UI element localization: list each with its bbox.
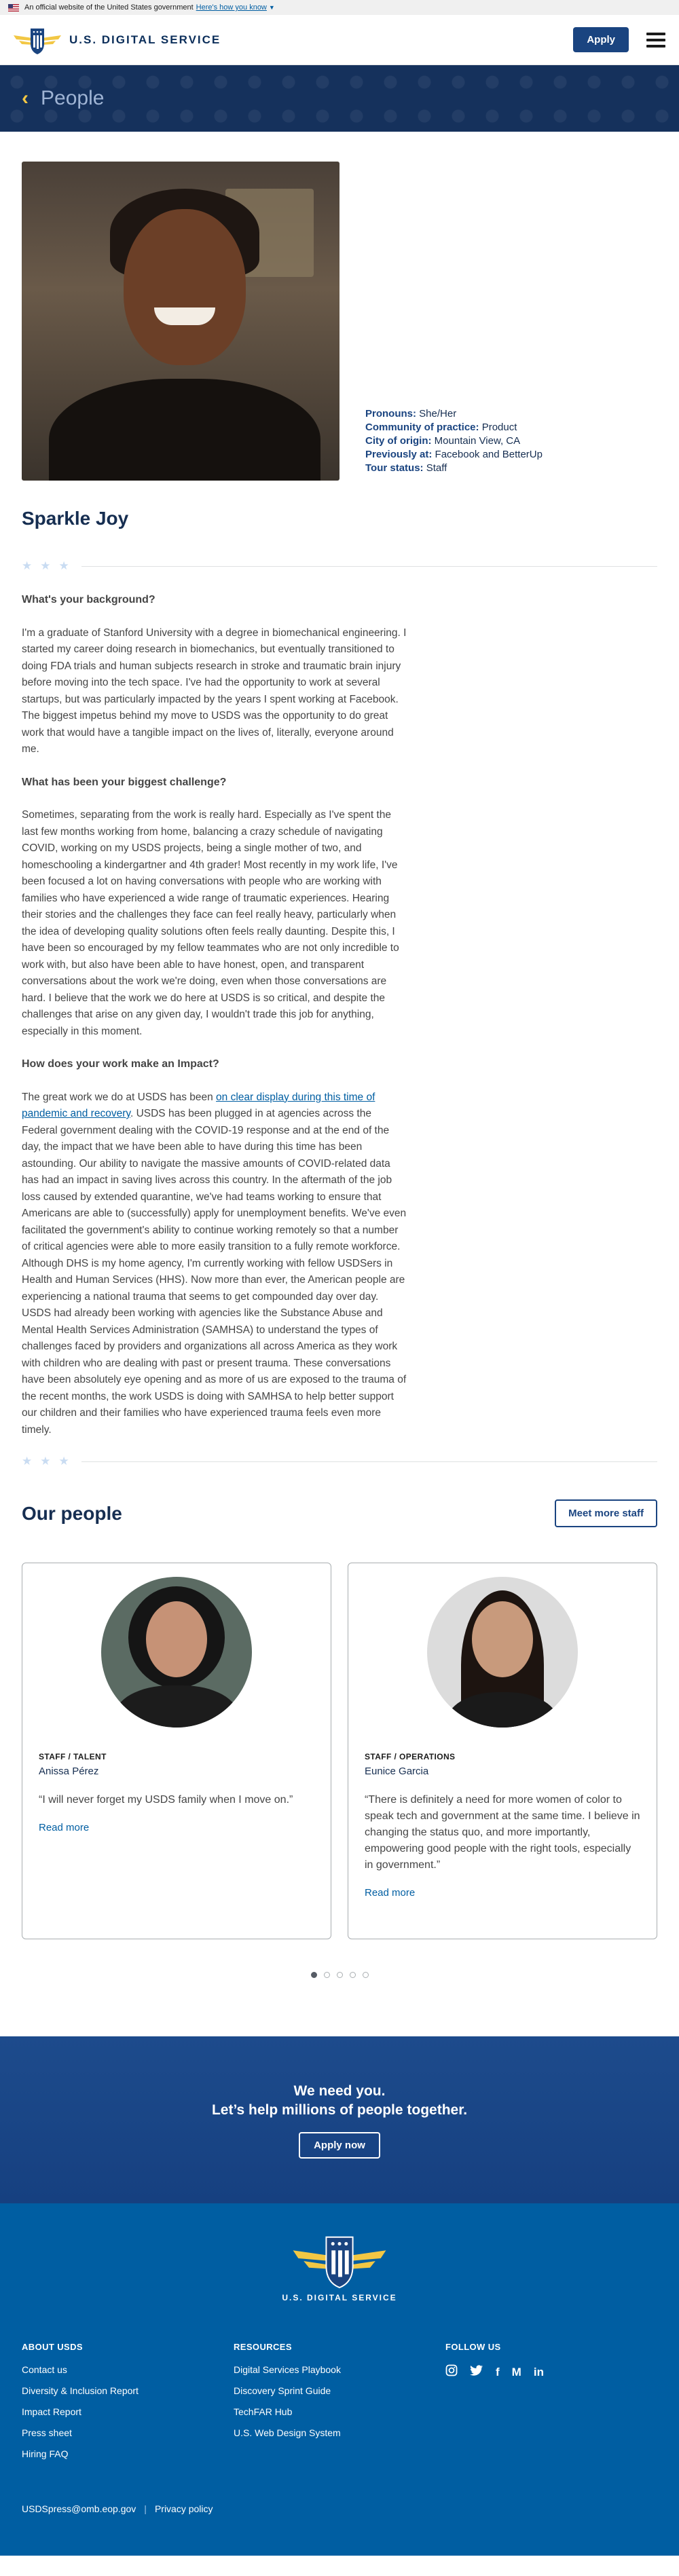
privacy-policy-link[interactable]: Privacy policy	[155, 2503, 213, 2514]
star-icon: ★	[58, 1455, 69, 1468]
city-label: City of origin:	[365, 435, 432, 447]
logo-text: U.S. DIGITAL SERVICE	[69, 33, 221, 46]
card-quote: “There is definitely a need for more wom…	[365, 1794, 640, 1871]
our-people-title: Our people	[22, 1502, 122, 1524]
people-carousel: STAFF / TALENT Anissa Pérez “I will neve…	[22, 1563, 657, 1939]
medium-icon[interactable]: M	[512, 2366, 521, 2379]
footer-follow: FOLLOW US f M in	[445, 2342, 657, 2469]
person-card: STAFF / OPERATIONS Eunice Garcia “There …	[348, 1563, 657, 1939]
gov-banner-text: An official website of the United States…	[24, 3, 194, 12]
star-icon: ★	[40, 1455, 51, 1468]
card-name: Anissa Pérez	[39, 1766, 99, 1777]
footer-logo-text: U.S. DIGITAL SERVICE	[282, 2293, 397, 2302]
card-role: STAFF / OPERATIONS	[365, 1752, 456, 1761]
star-icon: ★	[58, 559, 69, 572]
site-footer: U.S. DIGITAL SERVICE ABOUT USDS Contact …	[0, 2203, 679, 2556]
instagram-icon[interactable]	[445, 2364, 458, 2380]
page-title[interactable]: People	[41, 87, 104, 110]
footer-logo[interactable]: U.S. DIGITAL SERVICE	[0, 2229, 679, 2302]
read-more-link[interactable]: Read more	[39, 1822, 89, 1833]
card-name: Eunice Garcia	[365, 1766, 429, 1777]
city-value: Mountain View, CA	[434, 435, 521, 447]
star-icon: ★	[22, 559, 33, 572]
carousel-dot[interactable]	[323, 1972, 330, 1978]
footer-resources: RESOURCES Digital Services Playbook Disc…	[234, 2342, 445, 2469]
us-flag-icon	[8, 3, 19, 12]
carousel-dot[interactable]	[310, 1972, 317, 1978]
tour-value: Staff	[426, 462, 447, 474]
previously-label: Previously at:	[365, 449, 433, 460]
answer-paragraph: The great work we do at USDS has been on…	[22, 1091, 407, 1436]
profile-details: Pronouns: She/Her Community of practice:…	[365, 407, 543, 475]
read-more-link[interactable]: Read more	[365, 1887, 415, 1899]
interview-article: What's your background? I'm a graduate o…	[22, 592, 409, 1438]
linkedin-icon[interactable]: in	[534, 2366, 544, 2379]
profile-name: Sparkle Joy	[22, 508, 129, 529]
footer-heading: RESOURCES	[234, 2342, 292, 2352]
card-quote: “I will never forget my USDS family when…	[39, 1794, 293, 1806]
carousel-pagination	[22, 1972, 657, 1978]
carousel-dot[interactable]	[349, 1972, 356, 1978]
footer-heading: ABOUT USDS	[22, 2342, 83, 2352]
carousel-dot[interactable]	[362, 1972, 369, 1978]
footer-about: ABOUT USDS Contact us Diversity & Inclus…	[22, 2342, 234, 2469]
tour-label: Tour status:	[365, 462, 424, 474]
footer-link-sprint-guide[interactable]: Discovery Sprint Guide	[234, 2385, 445, 2396]
footer-heading: FOLLOW US	[445, 2342, 501, 2352]
answer-paragraph: Sometimes, separating from the work is r…	[22, 809, 399, 1037]
star-icon: ★	[22, 1455, 33, 1468]
apply-cta: We need you. Let’s help millions of peop…	[0, 2036, 679, 2203]
footer-link-contact[interactable]: Contact us	[22, 2364, 234, 2375]
profile-photo	[22, 162, 340, 481]
footer-link-press[interactable]: Press sheet	[22, 2427, 234, 2438]
footer-link-techfar[interactable]: TechFAR Hub	[234, 2406, 445, 2417]
footer-link-impact[interactable]: Impact Report	[22, 2406, 234, 2417]
usds-logo-icon	[293, 2236, 386, 2289]
cta-heading: We need you.	[293, 2083, 386, 2099]
star-divider: ★ ★ ★	[22, 1455, 657, 1468]
footer-email-link[interactable]: USDSpress@omb.eop.gov	[22, 2503, 136, 2514]
person-card: STAFF / TALENT Anissa Pérez “I will neve…	[22, 1563, 331, 1939]
star-icon: ★	[40, 559, 51, 572]
page-hero: ‹ People	[0, 65, 679, 132]
footer-link-uswds[interactable]: U.S. Web Design System	[234, 2427, 445, 2438]
apply-button[interactable]: Apply	[573, 27, 629, 52]
chevron-down-icon[interactable]: ▼	[269, 4, 275, 11]
community-value: Product	[481, 422, 517, 433]
star-divider: ★ ★ ★	[22, 559, 657, 573]
profile-header: Pronouns: She/Her Community of practice:…	[22, 162, 657, 481]
site-header: U.S. DIGITAL SERVICE Apply	[0, 15, 679, 65]
gov-banner: An official website of the United States…	[0, 0, 679, 15]
our-people-header: Our people Meet more staff	[22, 1499, 657, 1527]
footer-link-playbook[interactable]: Digital Services Playbook	[234, 2364, 445, 2375]
gov-banner-link[interactable]: Here's how you know	[196, 3, 267, 12]
menu-icon[interactable]	[646, 32, 665, 48]
question-heading: What's your background?	[22, 594, 155, 605]
pronouns-label: Pronouns:	[365, 408, 416, 419]
question-heading: How does your work make an Impact?	[22, 1058, 219, 1070]
answer-paragraph: I'm a graduate of Stanford University wi…	[22, 627, 407, 755]
question-heading: What has been your biggest challenge?	[22, 776, 227, 788]
facebook-icon[interactable]: f	[496, 2366, 500, 2379]
footer-bottom: USDSpress@omb.eop.gov | Privacy policy	[22, 2503, 213, 2514]
card-role: STAFF / TALENT	[39, 1752, 107, 1761]
cta-subheading: Let’s help millions of people together.	[211, 2102, 468, 2118]
usds-logo-icon	[14, 28, 61, 54]
carousel-dot[interactable]	[336, 1972, 343, 1978]
previously-value: Facebook and BetterUp	[435, 449, 543, 460]
community-label: Community of practice:	[365, 422, 479, 433]
avatar	[427, 1577, 578, 1728]
meet-more-staff-button[interactable]: Meet more staff	[555, 1499, 657, 1527]
site-logo[interactable]: U.S. DIGITAL SERVICE	[12, 24, 221, 56]
back-chevron-icon[interactable]: ‹	[22, 88, 29, 109]
footer-link-hiring-faq[interactable]: Hiring FAQ	[22, 2448, 234, 2459]
pronouns-value: She/Her	[419, 408, 457, 419]
twitter-icon[interactable]	[470, 2364, 483, 2380]
avatar	[101, 1577, 252, 1728]
apply-now-button[interactable]: Apply now	[299, 2131, 380, 2159]
footer-link-diversity[interactable]: Diversity & Inclusion Report	[22, 2385, 234, 2396]
